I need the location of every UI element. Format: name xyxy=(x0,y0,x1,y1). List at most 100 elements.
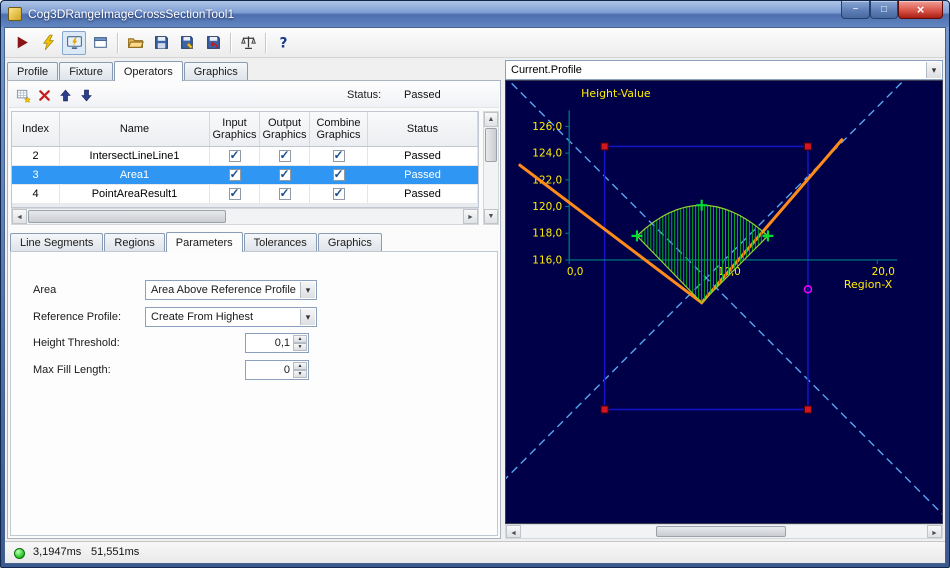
import-button[interactable] xyxy=(201,31,225,55)
total-time: 51,551ms xyxy=(91,546,140,558)
import-icon xyxy=(205,34,222,51)
col-status-header: Status xyxy=(368,112,478,146)
height-threshold-spinner xyxy=(293,335,307,351)
checkbox-icon[interactable] xyxy=(278,167,291,181)
maximize-button[interactable] xyxy=(870,1,898,19)
scroll-right-button[interactable] xyxy=(463,209,478,224)
auto-run-toggle[interactable] xyxy=(62,30,86,55)
tab-fixture[interactable]: Fixture xyxy=(59,62,113,81)
checkbox-icon[interactable] xyxy=(278,186,291,200)
region-corner-handle[interactable] xyxy=(600,142,609,151)
uparrow-icon xyxy=(58,88,73,103)
live-icon xyxy=(66,34,83,51)
operator-buttons xyxy=(13,85,97,106)
combine-graphics-checkbox[interactable] xyxy=(310,147,368,165)
app-icon xyxy=(8,7,22,21)
run-icon xyxy=(14,34,31,51)
output-graphics-checkbox[interactable] xyxy=(260,166,310,184)
parameters-panel: Area Area Above Reference Profile Refere… xyxy=(10,251,498,536)
region-rotation-guide[interactable] xyxy=(506,81,942,523)
result-window-button[interactable] xyxy=(88,31,112,55)
minimize-button[interactable] xyxy=(841,1,870,19)
x-axis-title: Region-X xyxy=(844,278,893,291)
bolt-icon xyxy=(40,34,57,51)
calibration-button[interactable] xyxy=(236,31,260,55)
add-operator-button[interactable] xyxy=(13,85,34,106)
checkbox-icon[interactable] xyxy=(228,186,241,200)
input-graphics-checkbox[interactable] xyxy=(210,166,260,184)
profile-chart: 116,0118,0120,0122,0124,0126,00,010,020,… xyxy=(506,81,942,523)
help-icon: ? xyxy=(275,34,292,51)
hscroll-thumb[interactable] xyxy=(28,210,226,223)
tab-profile[interactable]: Profile xyxy=(7,62,59,81)
checkbox-icon[interactable] xyxy=(332,148,345,162)
chevron-down-icon[interactable] xyxy=(300,309,315,325)
region-corner-handle[interactable] xyxy=(803,405,812,414)
spin-up-button[interactable] xyxy=(293,362,307,370)
output-graphics-checkbox[interactable] xyxy=(260,185,310,203)
close-button[interactable] xyxy=(898,1,943,19)
profile-source-select[interactable]: Current.Profile xyxy=(505,60,943,80)
move-up-button[interactable] xyxy=(55,85,76,106)
max-fill-length-input[interactable]: 0 xyxy=(245,360,309,380)
checkbox-icon[interactable] xyxy=(332,167,345,181)
combine-graphics-checkbox[interactable] xyxy=(310,166,368,184)
tab-operators[interactable]: Operators xyxy=(113,61,183,81)
input-graphics-checkbox[interactable] xyxy=(210,185,260,203)
checkbox-icon[interactable] xyxy=(278,148,291,162)
checkbox-icon[interactable] xyxy=(228,167,241,181)
checkbox-icon[interactable] xyxy=(332,186,345,200)
height-threshold-input[interactable]: 0,1 xyxy=(245,333,309,353)
scroll-left-button[interactable] xyxy=(506,525,521,538)
chevron-down-icon[interactable] xyxy=(926,62,941,78)
save-as-button[interactable] xyxy=(175,31,199,55)
process-time: 3,1947ms xyxy=(33,546,82,558)
subtab-regions[interactable]: Regions xyxy=(104,233,165,252)
spin-down-button[interactable] xyxy=(293,370,307,378)
table-row[interactable]: 3Area1 Passed xyxy=(12,166,478,185)
operators-page: Status: Passed Index Name Input Graphics Ou… xyxy=(7,80,501,539)
tab-graphics[interactable]: Graphics xyxy=(183,62,248,81)
move-down-button[interactable] xyxy=(76,85,97,106)
table-row[interactable]: 4PointAreaResult1 Passed xyxy=(12,185,478,204)
trigger-run-button[interactable] xyxy=(36,31,60,55)
subtab-tolerances[interactable]: Tolerances xyxy=(243,233,317,252)
output-graphics-checkbox[interactable] xyxy=(260,147,310,165)
scroll-down-button[interactable] xyxy=(484,209,498,224)
subtab-parameters[interactable]: Parameters xyxy=(165,232,243,252)
x-tick-label: 20,0 xyxy=(872,266,895,278)
chevron-down-icon[interactable] xyxy=(300,282,315,298)
main-tabstrip: Profile Fixture Operators Graphics xyxy=(7,60,501,81)
region-rotation-guide[interactable] xyxy=(506,81,942,523)
scroll-left-button[interactable] xyxy=(12,209,27,224)
scroll-right-button[interactable] xyxy=(927,525,942,538)
delete-operator-button[interactable] xyxy=(34,85,55,106)
run-button[interactable] xyxy=(10,31,34,55)
reference-profile-select[interactable]: Create From Highest xyxy=(145,307,317,327)
title-bar[interactable]: Cog3DRangeImageCrossSectionTool1 xyxy=(1,1,949,27)
combine-graphics-checkbox[interactable] xyxy=(310,185,368,203)
region-corner-handle[interactable] xyxy=(600,405,609,414)
help-button[interactable]: ? xyxy=(271,31,295,55)
profile-display[interactable]: 116,0118,0120,0122,0124,0126,00,010,020,… xyxy=(505,80,943,524)
run-status-led xyxy=(14,548,25,559)
subtab-line-segments[interactable]: Line Segments xyxy=(10,233,104,252)
spin-up-button[interactable] xyxy=(293,335,307,343)
scroll-up-button[interactable] xyxy=(484,112,498,127)
region-corner-handle[interactable] xyxy=(803,142,812,151)
table-hscrollbar[interactable] xyxy=(11,208,479,225)
open-file-button[interactable] xyxy=(123,31,147,55)
subtab-graphics[interactable]: Graphics xyxy=(317,233,382,252)
profile-hscrollbar[interactable] xyxy=(505,524,943,539)
name-cell: PointAreaResult1 xyxy=(60,185,210,203)
hscroll-thumb[interactable] xyxy=(656,526,786,537)
spin-down-button[interactable] xyxy=(293,343,307,351)
save-button[interactable] xyxy=(149,31,173,55)
index-cell: 4 xyxy=(12,185,60,203)
table-vscrollbar[interactable] xyxy=(483,111,499,225)
area-select[interactable]: Area Above Reference Profile xyxy=(145,280,317,300)
checkbox-icon[interactable] xyxy=(228,148,241,162)
input-graphics-checkbox[interactable] xyxy=(210,147,260,165)
table-row[interactable]: 2IntersectLineLine1 Passed xyxy=(12,147,478,166)
vscroll-thumb[interactable] xyxy=(485,128,497,162)
